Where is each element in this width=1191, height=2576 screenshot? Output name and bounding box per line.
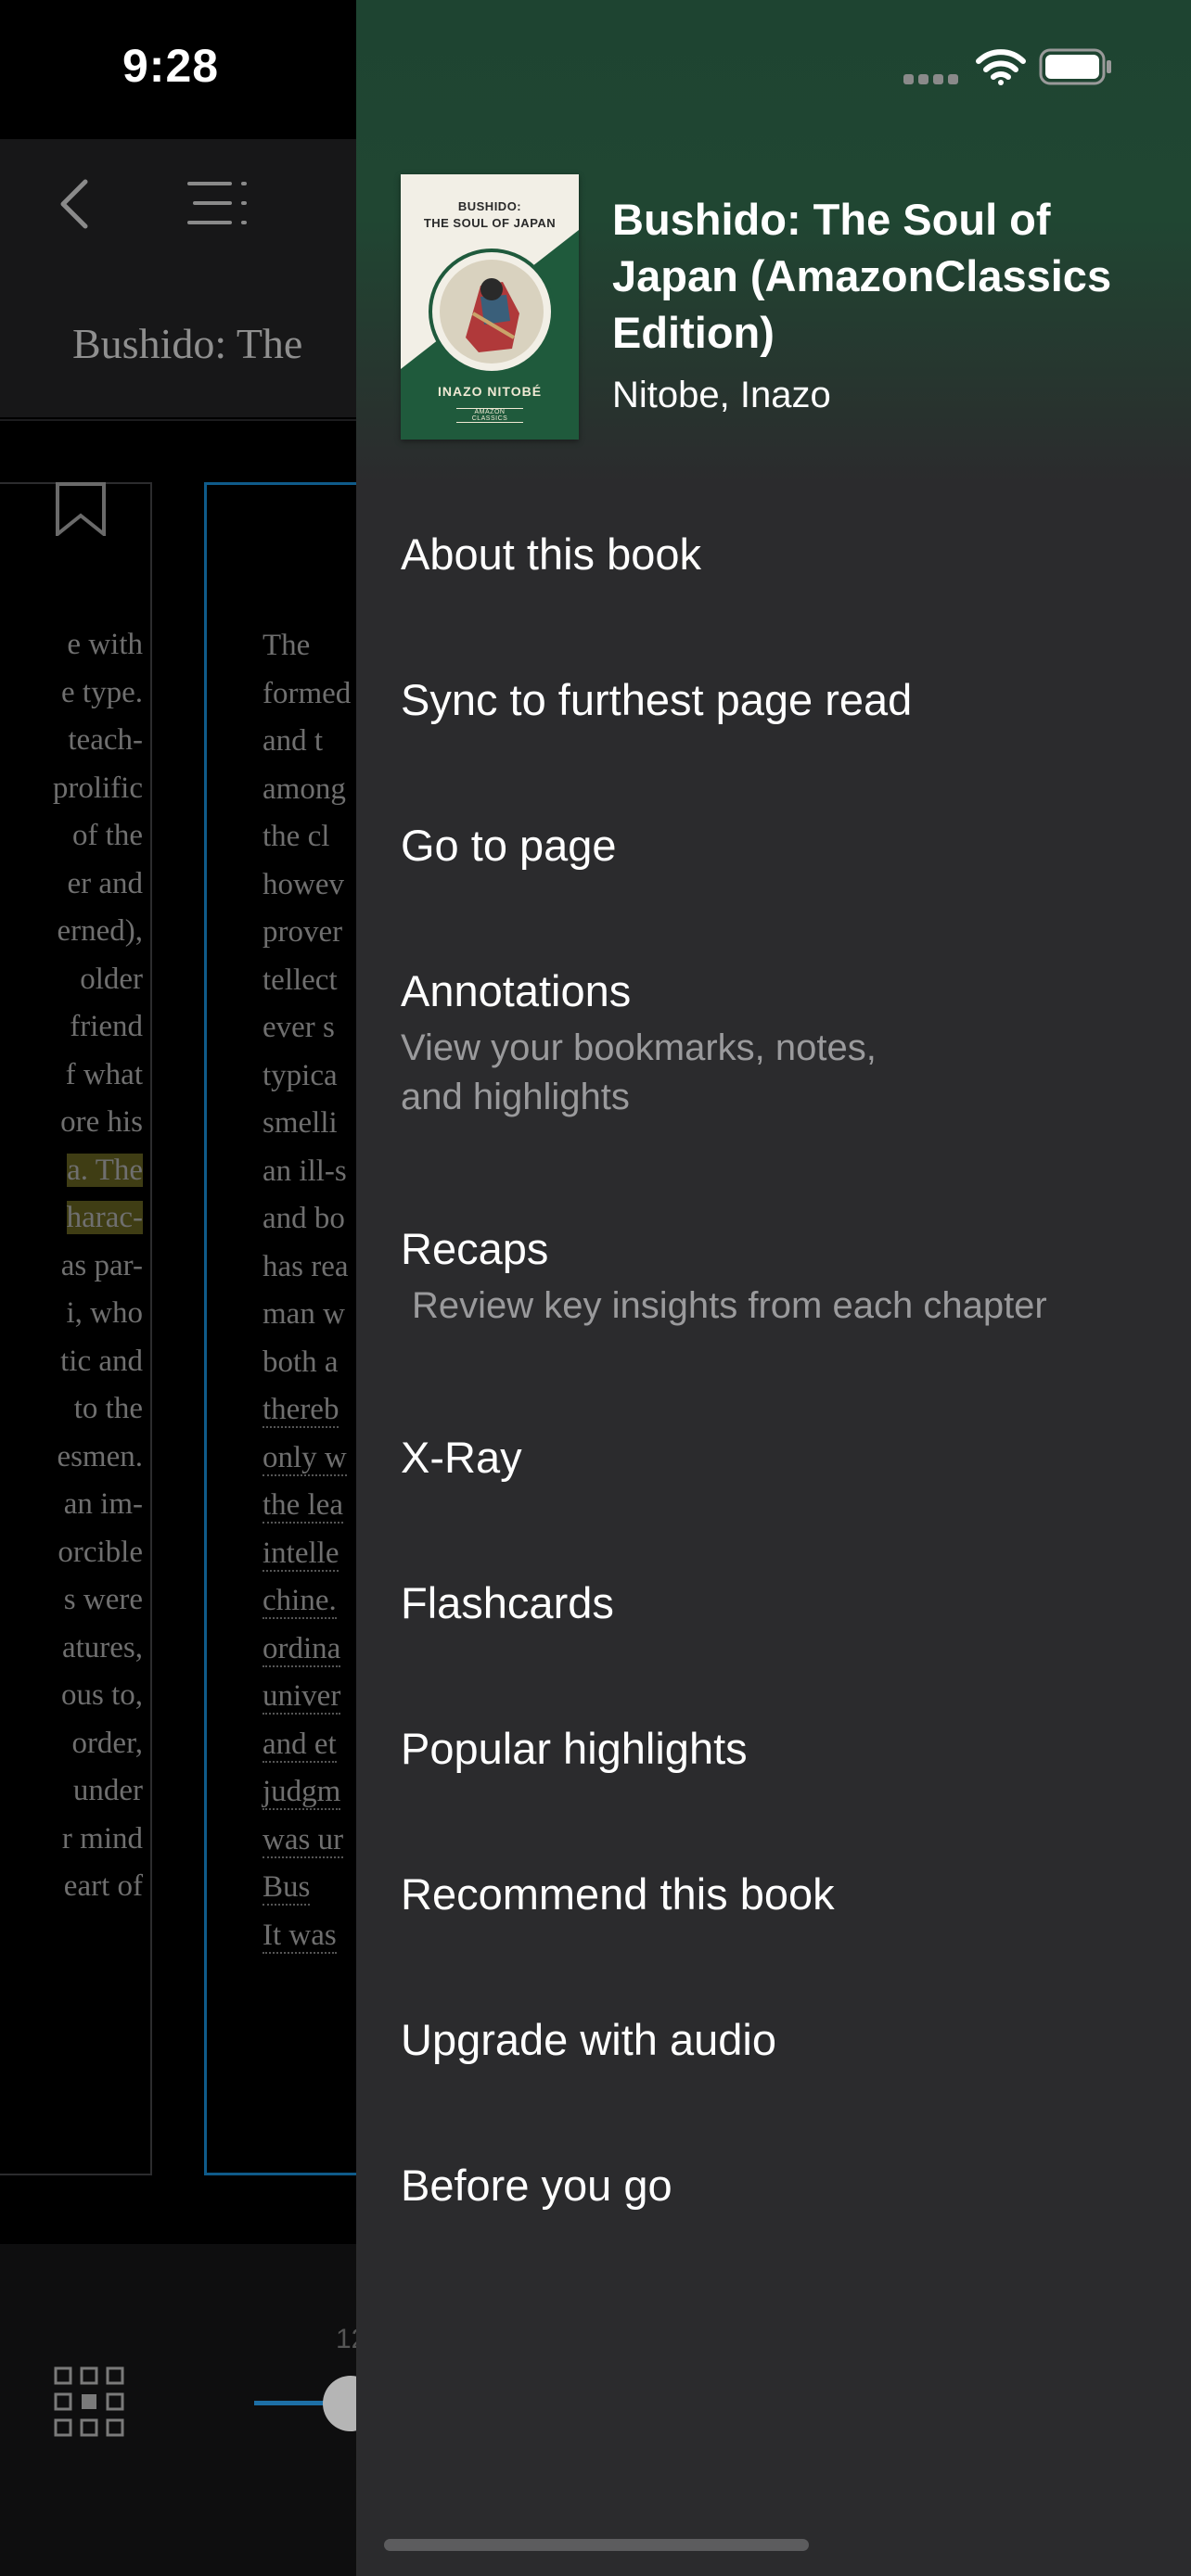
status-time: 9:28 [122, 40, 220, 92]
menu-item-upgrade-with-audio[interactable]: Upgrade with audio [401, 2014, 1161, 2065]
status-icons [356, 0, 1191, 139]
page-text-line: older [80, 962, 143, 996]
book-author: Nitobe, Inazo [612, 375, 831, 415]
reader-book-title: Bushido: The [72, 320, 303, 367]
page-text-line: er and [67, 866, 143, 900]
book-menu-drawer: BUSHIDO: THE SOUL OF JAPAN INAZO NITOBÉ … [356, 0, 1191, 2576]
cover-title: BUSHIDO: THE SOUL OF JAPAN [401, 198, 579, 232]
page-text-line: tic and [60, 1344, 143, 1378]
menu-item-label: Before you go [401, 2161, 672, 2210]
back-chevron-icon[interactable] [54, 176, 95, 232]
page-text-line: s were [63, 1583, 143, 1616]
menu-item-recommend-this-book[interactable]: Recommend this book [401, 1868, 1161, 1919]
page-text-line: r mind [61, 1821, 143, 1855]
divider [0, 419, 390, 421]
menu-item-sync-furthest-page[interactable]: Sync to furthest page read [401, 674, 1161, 725]
book-cover[interactable]: BUSHIDO: THE SOUL OF JAPAN INAZO NITOBÉ … [401, 174, 579, 440]
cover-title-line: BUSHIDO: [457, 199, 522, 213]
page-text-line: of the [71, 819, 143, 852]
menu-item-label: X-Ray [401, 1433, 522, 1482]
menu-item-label: Recaps [401, 1224, 549, 1273]
page-text-line: friend [70, 1010, 143, 1043]
menu-item-subtitle: View your bookmarks, notes, and highligh… [401, 1027, 877, 1117]
page-text-line: under [72, 1774, 143, 1807]
page-text: e with e type. teach-prolific of the er and e… [0, 621, 143, 1911]
page-text-line: order, [71, 1726, 143, 1760]
menu-item-flashcards[interactable]: Flashcards [401, 1577, 1161, 1628]
battery-icon [1039, 48, 1111, 85]
page-text-line: as par- [60, 1248, 143, 1282]
page-text-line: to the [73, 1392, 143, 1425]
page-text-line: ore his [60, 1105, 143, 1139]
cover-title-line: THE SOUL OF JAPAN [423, 216, 557, 230]
menu-item-go-to-page[interactable]: Go to page [401, 820, 1161, 871]
menu-item-label: Sync to furthest page read [401, 675, 913, 724]
wifi-icon [976, 49, 1026, 85]
page-grid-icon[interactable] [54, 2366, 124, 2437]
page-text-line: eart of [63, 1869, 143, 1903]
page-text-line: ous to, [60, 1678, 143, 1712]
page-text-line: harac- [66, 1201, 143, 1234]
page-text-line: f what [65, 1057, 143, 1091]
menu-item-label: Annotations [401, 966, 632, 1015]
page-text-line: teach- [68, 723, 143, 757]
page-text-line: e with [67, 628, 143, 661]
menu-item-label: Go to page [401, 821, 617, 870]
table-of-contents-icon[interactable] [186, 178, 250, 228]
page-text-line: orcible [58, 1535, 143, 1569]
cellular-signal-icon [903, 74, 958, 84]
menu-item-label: Flashcards [401, 1578, 614, 1627]
page-text-line: atures, [61, 1630, 143, 1664]
bookmark-icon[interactable] [54, 482, 108, 536]
home-indicator[interactable] [384, 2539, 809, 2551]
book-title: Bushido: The Soul of Japan (AmazonClassi… [612, 195, 1112, 357]
menu-item-subtitle: Review key insights from each chapter [412, 1285, 1047, 1326]
page-text-line: e type. [61, 675, 143, 709]
cover-publisher: AMAZON CLASSICS [456, 408, 523, 423]
menu-item-label: Upgrade with audio [401, 2015, 776, 2064]
menu-item-popular-highlights[interactable]: Popular highlights [401, 1723, 1161, 1774]
page-text-line: prolific [52, 771, 143, 805]
page-text-line: erned), [57, 914, 143, 948]
menu-item-annotations[interactable]: Annotations View your bookmarks, notes, … [401, 965, 1161, 1122]
menu-item-recaps[interactable]: Recaps Review key insights from each cha… [401, 1223, 1161, 1331]
page-text-line: a. The [67, 1153, 143, 1187]
previous-page-thumbnail[interactable]: e with e type. teach-prolific of the er and e… [0, 482, 152, 2175]
samurai-illustration [429, 249, 555, 375]
menu-item-about-this-book[interactable]: About this book [401, 529, 1161, 580]
page-text-line: an im- [63, 1487, 143, 1521]
menu-item-x-ray[interactable]: X-Ray [401, 1432, 1161, 1483]
cover-author: INAZO NITOBÉ [437, 384, 543, 399]
menu-item-label: Popular highlights [401, 1724, 748, 1773]
menu-item-label: Recommend this book [401, 1869, 835, 1919]
menu-item-label: About this book [401, 529, 701, 579]
menu-item-before-you-go[interactable]: Before you go [401, 2160, 1161, 2211]
page-text-line: i, who [66, 1296, 144, 1330]
page-text-line: esmen. [57, 1439, 143, 1473]
